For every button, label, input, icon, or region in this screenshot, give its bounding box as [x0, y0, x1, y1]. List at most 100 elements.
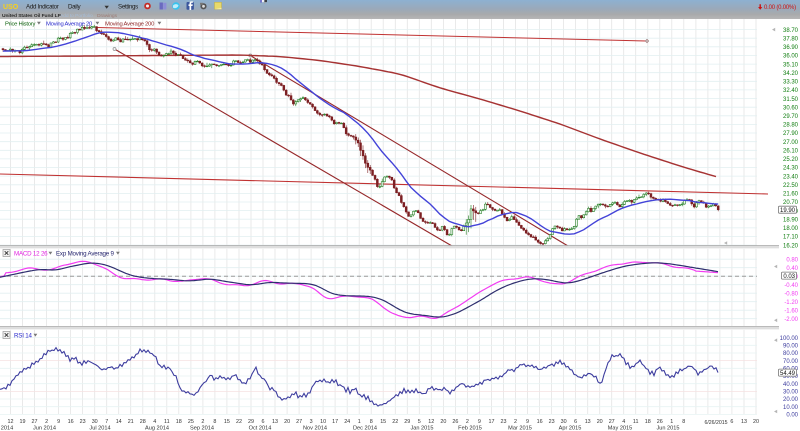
svg-text:6: 6 [730, 419, 733, 425]
svg-text:90.00: 90.00 [783, 344, 799, 350]
svg-text:15: 15 [224, 419, 230, 425]
svg-text:0.00 (0.00%): 0.00 (0.00%) [764, 5, 796, 11]
svg-text:6: 6 [262, 419, 265, 425]
svg-text:-1.20: -1.20 [784, 300, 798, 306]
svg-text:8: 8 [370, 419, 373, 425]
svg-text:24: 24 [344, 419, 350, 425]
svg-text:23: 23 [80, 419, 86, 425]
svg-text:Price History: Price History [5, 22, 35, 28]
svg-text:6: 6 [574, 419, 577, 425]
svg-text:23: 23 [501, 419, 507, 425]
svg-text:Settings: Settings [118, 4, 138, 11]
svg-text:25.20: 25.20 [783, 157, 799, 163]
svg-text:9: 9 [57, 419, 60, 425]
svg-text:10.00: 10.00 [783, 405, 799, 411]
svg-text:33.30: 33.30 [783, 80, 799, 86]
svg-text:20.00: 20.00 [783, 397, 799, 403]
svg-text:17.10: 17.10 [783, 235, 799, 241]
svg-text:13: 13 [585, 419, 591, 425]
svg-text:27.90: 27.90 [783, 131, 799, 137]
svg-text:13: 13 [741, 419, 747, 425]
svg-text:27: 27 [32, 419, 38, 425]
svg-text:MACD 12 26: MACD 12 26 [14, 251, 48, 258]
svg-text:Nov 2014: Nov 2014 [303, 426, 327, 431]
svg-text:20: 20 [284, 419, 290, 425]
svg-text:Moving Average 200: Moving Average 200 [105, 22, 155, 28]
svg-text:34.20: 34.20 [783, 71, 799, 77]
svg-text:10: 10 [320, 419, 326, 425]
svg-text:26: 26 [452, 419, 458, 425]
svg-text:19.90: 19.90 [780, 208, 796, 214]
svg-text:37.80: 37.80 [783, 36, 799, 42]
svg-text:80.00: 80.00 [783, 351, 799, 357]
svg-text:2: 2 [201, 419, 204, 425]
svg-text:Jan 2015: Jan 2015 [410, 426, 433, 431]
svg-text:30.60: 30.60 [783, 105, 799, 111]
svg-text:16.20: 16.20 [783, 243, 799, 249]
svg-text:27: 27 [296, 419, 302, 425]
svg-text:0.03: 0.03 [783, 274, 795, 280]
svg-text:17: 17 [332, 419, 338, 425]
svg-text:28: 28 [140, 419, 146, 425]
svg-text:20.70: 20.70 [783, 200, 799, 206]
svg-text:Daily: Daily [68, 4, 81, 11]
svg-text:17: 17 [489, 419, 495, 425]
svg-text:Sep 2014: Sep 2014 [190, 426, 214, 431]
svg-text:29: 29 [248, 419, 254, 425]
svg-text:USO: USO [3, 4, 19, 11]
svg-text:9: 9 [478, 419, 481, 425]
svg-text:Exp Moving Average 9: Exp Moving Average 9 [56, 251, 115, 258]
svg-text:Jun 2015: Jun 2015 [656, 426, 679, 431]
svg-text:22: 22 [236, 419, 242, 425]
svg-text:54.49: 54.49 [780, 371, 796, 377]
svg-text:29: 29 [404, 419, 410, 425]
svg-text:7: 7 [105, 419, 108, 425]
svg-text:30: 30 [92, 419, 98, 425]
svg-text:70.00: 70.00 [783, 359, 799, 365]
svg-text:19: 19 [20, 419, 26, 425]
svg-text:12: 12 [8, 419, 14, 425]
svg-text:Mar 2015: Mar 2015 [508, 426, 532, 431]
svg-text:14: 14 [116, 419, 122, 425]
svg-text:8: 8 [213, 419, 216, 425]
svg-text:Moving Average 20: Moving Average 20 [46, 22, 93, 28]
svg-text:Feb 2015: Feb 2015 [458, 426, 482, 431]
svg-text:Add Indicator: Add Indicator [26, 4, 59, 11]
svg-text:21.60: 21.60 [783, 192, 799, 198]
svg-text:100.00: 100.00 [780, 336, 799, 342]
svg-text:Add to Portfolio: Add to Portfolio [60, 13, 93, 19]
svg-text:16: 16 [68, 419, 74, 425]
svg-text:26.10: 26.10 [783, 149, 799, 155]
svg-text:United States Oil Fund LP: United States Oil Fund LP [2, 13, 62, 19]
svg-text:32.40: 32.40 [783, 88, 799, 94]
svg-text:15: 15 [380, 419, 386, 425]
svg-text:24.30: 24.30 [783, 166, 799, 172]
svg-text:36.90: 36.90 [783, 45, 799, 51]
svg-text:May 2015: May 2015 [608, 426, 633, 431]
svg-text:Aug 2014: Aug 2014 [145, 426, 169, 431]
svg-text:-1.60: -1.60 [784, 308, 798, 314]
svg-text:Dec 2014: Dec 2014 [353, 426, 377, 431]
svg-text:23: 23 [549, 419, 555, 425]
svg-text:13: 13 [272, 419, 278, 425]
svg-text:0.80: 0.80 [786, 257, 798, 263]
svg-text:4: 4 [153, 419, 156, 425]
svg-text:Jun 2014: Jun 2014 [33, 426, 56, 431]
svg-text:18.00: 18.00 [783, 226, 799, 232]
svg-text:2: 2 [466, 419, 469, 425]
svg-text:-2.00: -2.00 [784, 317, 798, 323]
svg-text:31.50: 31.50 [783, 97, 799, 103]
svg-text:11: 11 [164, 419, 170, 425]
svg-text:22: 22 [392, 419, 398, 425]
svg-text:18: 18 [176, 419, 182, 425]
svg-text:2: 2 [45, 419, 48, 425]
svg-text:2: 2 [514, 419, 517, 425]
svg-text:26: 26 [657, 419, 663, 425]
svg-text:3: 3 [310, 419, 313, 425]
svg-text:2014: 2014 [1, 426, 13, 431]
svg-text:4: 4 [622, 419, 625, 425]
svg-text:1: 1 [670, 419, 673, 425]
svg-text:30: 30 [561, 419, 567, 425]
svg-text:9: 9 [526, 419, 529, 425]
svg-text:22.50: 22.50 [783, 183, 799, 189]
